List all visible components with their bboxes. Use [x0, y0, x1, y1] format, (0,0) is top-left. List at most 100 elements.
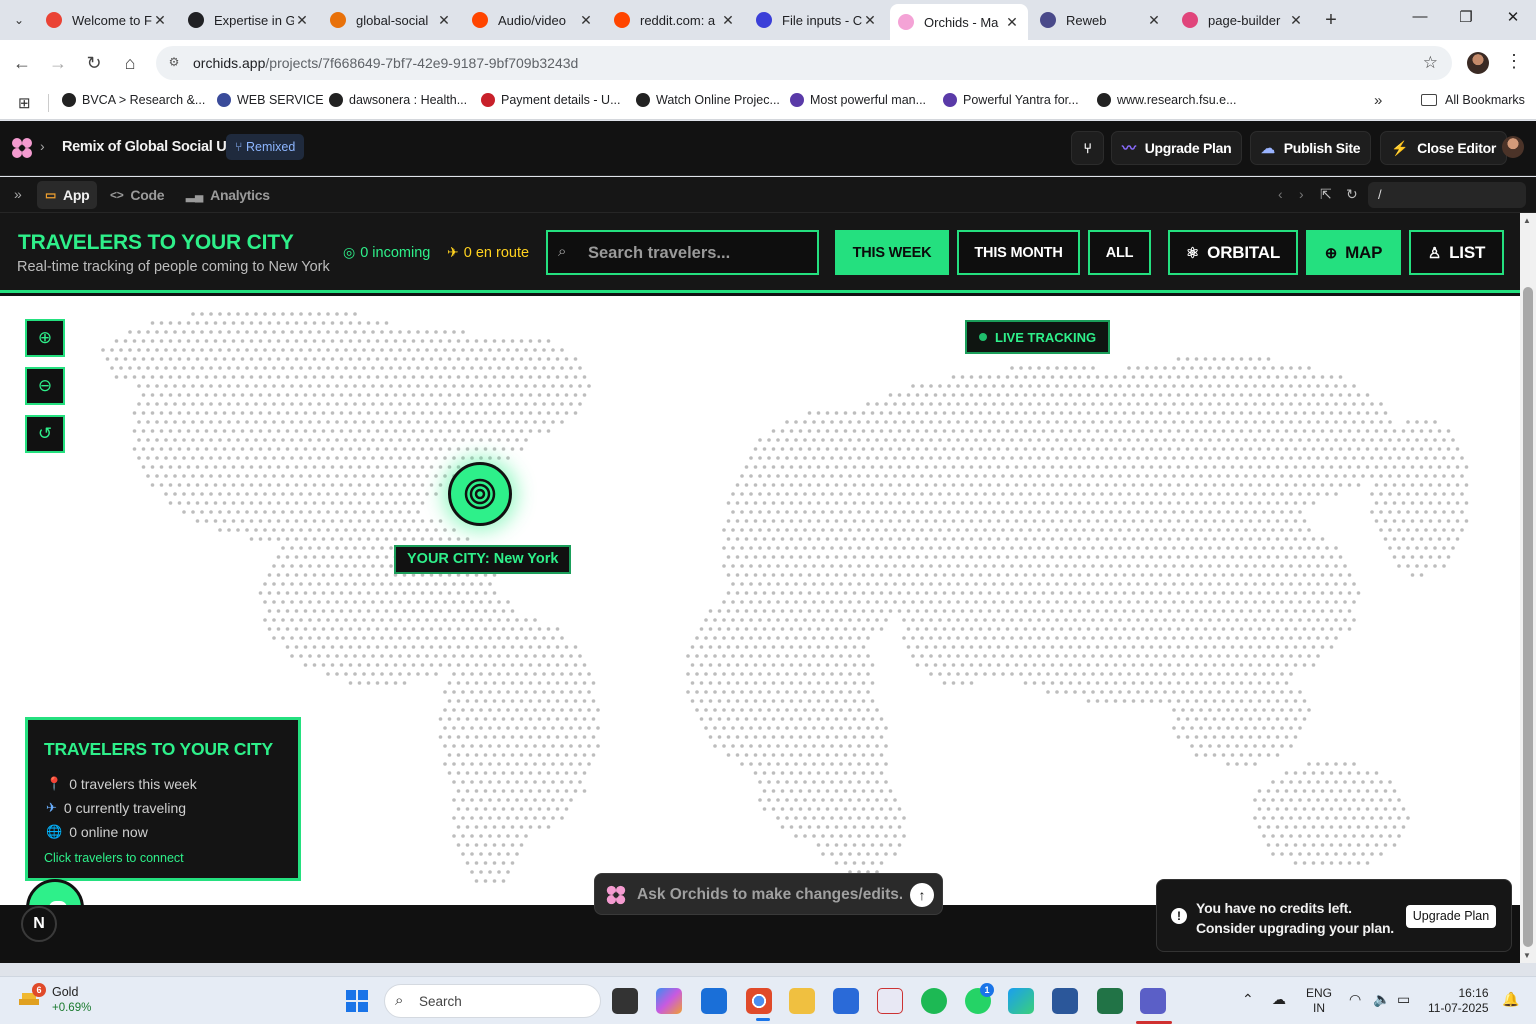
bookmark-item[interactable]: Most powerful man... [790, 93, 926, 107]
scroll-down-icon[interactable]: ▼ [1523, 951, 1531, 960]
back-button[interactable]: ← [10, 51, 34, 75]
zoom-out-button[interactable]: ⊖ [25, 367, 65, 405]
filter-this-month-button[interactable]: THIS MONTH [957, 230, 1080, 275]
scrollbar-thumb[interactable] [1523, 287, 1533, 947]
project-name[interactable]: Remix of Global Social UI [62, 139, 230, 155]
preview-path-input[interactable]: / [1368, 182, 1526, 208]
collapse-sidebar-icon[interactable]: » [14, 186, 22, 202]
view-orbital-button[interactable]: ⚛ ORBITAL [1168, 230, 1298, 275]
tab-close-icon[interactable]: ✕ [1004, 14, 1020, 31]
branch-button[interactable]: ⑂ [1071, 131, 1104, 165]
task-view-icon[interactable] [612, 988, 638, 1014]
more-bookmarks-icon[interactable]: » [1374, 92, 1382, 109]
browser-tab[interactable]: reddit.com: a ✕ [606, 4, 744, 36]
close-window-button[interactable]: ✕ [1498, 8, 1528, 26]
browser-tab[interactable]: Expertise in G ✕ [180, 4, 318, 36]
start-button[interactable] [346, 990, 368, 1012]
ask-orchids-input[interactable] [637, 883, 902, 907]
tab-close-icon[interactable]: ✕ [1146, 12, 1162, 29]
tab-close-icon[interactable]: ✕ [578, 12, 594, 29]
url-text[interactable]: orchids.app/projects/7f668649-7bf7-42e9-… [193, 55, 578, 71]
tab-search-chevron-icon[interactable]: ⌄ [8, 9, 30, 31]
tab-code[interactable]: <> Code [102, 181, 172, 209]
reload-button[interactable]: ↻ [82, 51, 106, 75]
open-external-icon[interactable]: ⇱ [1320, 186, 1332, 203]
maximize-button[interactable]: ❐ [1451, 8, 1481, 26]
zoom-in-button[interactable]: ⊕ [25, 319, 65, 357]
bookmark-item[interactable]: Powerful Yantra for... [943, 93, 1079, 107]
address-bar[interactable]: ⚙ orchids.app/projects/7f668649-7bf7-42e… [156, 46, 1452, 80]
minimize-button[interactable]: — [1405, 8, 1435, 25]
card-cta[interactable]: Click travelers to connect [44, 851, 184, 865]
battery-icon[interactable]: ▭ [1397, 991, 1410, 1008]
chrome-icon[interactable] [746, 988, 772, 1014]
snipping-tool-icon[interactable] [877, 988, 903, 1014]
bookmark-item[interactable]: BVCA > Research &... [62, 93, 205, 107]
ask-orchids-bar[interactable]: ↑ [594, 873, 943, 915]
upgrade-plan-button[interactable]: 〰 Upgrade Plan [1111, 131, 1243, 165]
traveler-search[interactable]: ⌕ [546, 230, 819, 275]
tab-close-icon[interactable]: ✕ [862, 12, 878, 29]
tray-chevron-icon[interactable]: ⌃ [1242, 991, 1254, 1008]
excel-icon[interactable] [1097, 988, 1123, 1014]
bookmark-item[interactable]: Payment details - U... [481, 93, 621, 107]
bookmark-item[interactable]: dawsonera : Health... [329, 93, 467, 107]
tab-close-icon[interactable]: ✕ [436, 12, 452, 29]
bookmark-star-icon[interactable]: ☆ [1423, 53, 1438, 73]
forward-button[interactable]: → [46, 51, 70, 75]
copilot-icon[interactable] [656, 988, 682, 1014]
word-icon[interactable] [1052, 988, 1078, 1014]
tab-app[interactable]: ▭ App [37, 181, 98, 209]
trello-icon[interactable] [701, 988, 727, 1014]
file-explorer-icon[interactable] [789, 988, 815, 1014]
system-clock[interactable]: 16:16 11-07-2025 [1428, 986, 1489, 1016]
tab-analytics[interactable]: ▂▄ Analytics [178, 181, 278, 209]
publish-site-button[interactable]: ☁ Publish Site [1250, 131, 1372, 165]
browser-tab[interactable]: File inputs - C ✕ [748, 4, 886, 36]
preview-back-icon[interactable]: ‹ [1278, 186, 1283, 202]
user-initial-avatar[interactable]: N [21, 906, 57, 942]
browser-tab[interactable]: page-builder ✕ [1174, 4, 1312, 36]
refresh-preview-icon[interactable]: ↻ [1346, 186, 1358, 203]
new-tab-button[interactable]: + [1320, 9, 1342, 31]
tab-close-icon[interactable]: ✕ [1288, 12, 1304, 29]
browser-tab[interactable]: global-social ✕ [322, 4, 460, 36]
toast-upgrade-button[interactable]: Upgrade Plan [1406, 905, 1496, 928]
user-avatar[interactable] [1502, 136, 1524, 158]
apps-grid-icon[interactable]: ⊞ [18, 94, 31, 112]
volume-icon[interactable]: 🔈 [1373, 991, 1390, 1008]
reset-view-button[interactable]: ↺ [25, 415, 65, 453]
all-bookmarks-button[interactable]: All Bookmarks [1421, 93, 1525, 107]
send-arrow-icon[interactable]: ↑ [910, 883, 934, 907]
browser-menu-icon[interactable]: ⋮ [1505, 51, 1523, 72]
home-button[interactable]: ⌂ [118, 51, 142, 75]
browser-tab[interactable]: Welcome to F ✕ [38, 4, 176, 36]
microsoft-store-icon[interactable] [833, 988, 859, 1014]
close-editor-button[interactable]: ⚡ Close Editor [1380, 131, 1507, 165]
profile-avatar[interactable] [1467, 52, 1489, 74]
view-map-button[interactable]: ⊕ MAP [1306, 230, 1401, 275]
scroll-up-icon[interactable]: ▲ [1523, 216, 1531, 225]
onedrive-icon[interactable]: ☁ [1272, 991, 1286, 1008]
edge-icon[interactable] [1008, 988, 1034, 1014]
teams-icon[interactable] [1140, 988, 1166, 1014]
site-info-icon[interactable]: ⚙ [166, 55, 182, 71]
browser-tab[interactable]: Audio/video ✕ [464, 4, 602, 36]
widget-title[interactable]: Gold [52, 985, 78, 999]
bookmark-item[interactable]: Watch Online Projec... [636, 93, 780, 107]
browser-tab[interactable]: Orchids - Ma ✕ [890, 4, 1028, 40]
bookmark-item[interactable]: www.research.fsu.e... [1097, 93, 1237, 107]
wifi-icon[interactable]: ◠ [1349, 991, 1361, 1008]
tab-close-icon[interactable]: ✕ [152, 12, 168, 29]
orchids-logo-icon[interactable] [10, 136, 34, 160]
browser-tab[interactable]: Reweb ✕ [1032, 4, 1170, 36]
page-scrollbar[interactable]: ▲ ▼ [1520, 213, 1536, 963]
taskbar-search[interactable]: ⌕ Search [384, 984, 601, 1018]
city-marker[interactable] [448, 462, 512, 526]
language-indicator[interactable]: ENG IN [1306, 986, 1332, 1016]
preview-forward-icon[interactable]: › [1299, 186, 1304, 202]
search-input[interactable] [588, 240, 808, 266]
view-list-button[interactable]: ♙ LIST [1409, 230, 1504, 275]
tab-close-icon[interactable]: ✕ [294, 12, 310, 29]
tab-close-icon[interactable]: ✕ [720, 12, 736, 29]
